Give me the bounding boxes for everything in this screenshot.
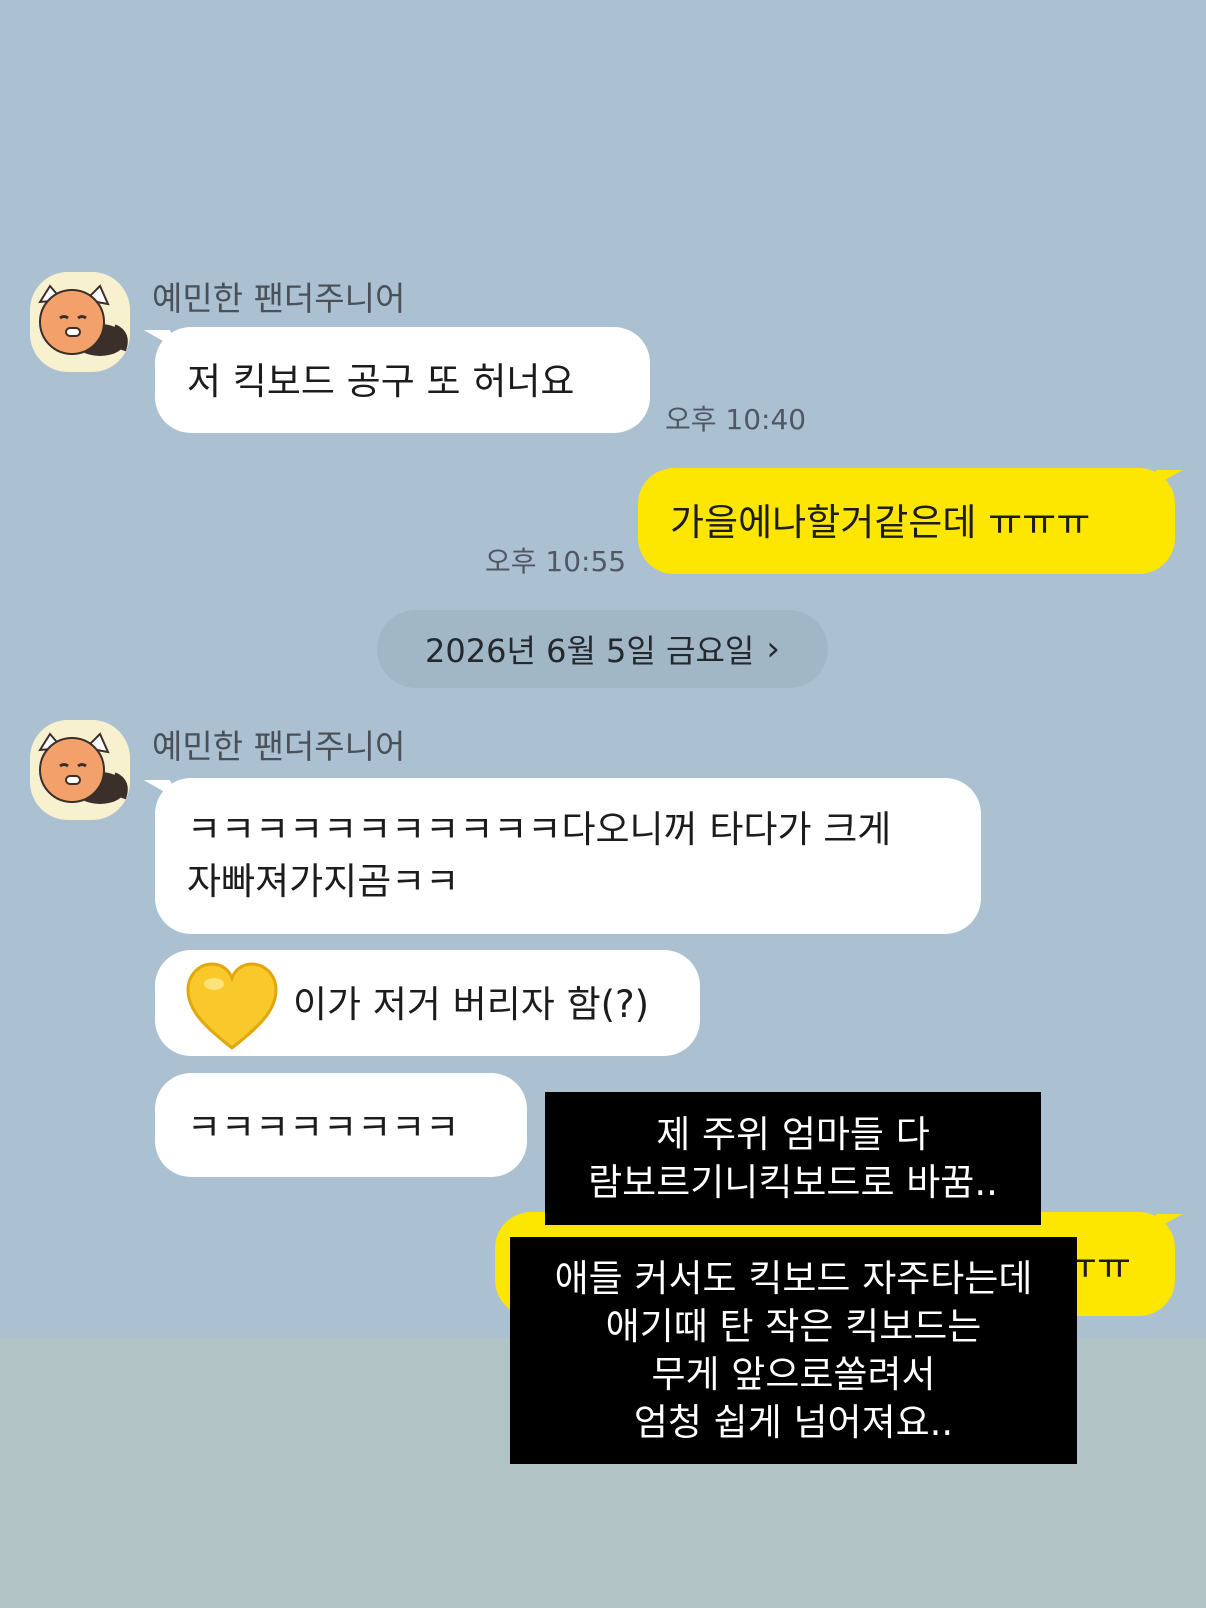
chevron-right-icon: › bbox=[766, 629, 780, 669]
caption-box: 애들 커서도 킥보드 자주타는데 애기때 탄 작은 킥보드는 무게 앞으로쏠려서… bbox=[510, 1237, 1077, 1464]
message-text: 이가 저거 버리자 함(?) bbox=[293, 983, 650, 1026]
caption-text: 제 주위 엄마들 다 람보르기니킥보드로 바꿈.. bbox=[588, 1112, 998, 1204]
date-divider[interactable]: 2026년 6월 5일 금요일 › bbox=[377, 610, 828, 688]
message-time: 오후 10:40 bbox=[665, 403, 807, 436]
date-text: 2026년 6월 5일 금요일 bbox=[425, 632, 755, 670]
sender-name: 예민한 팬더주니어 bbox=[152, 279, 406, 318]
incoming-message[interactable]: ㅋㅋㅋㅋㅋㅋㅋㅋㅋㅋㅋ다오니꺼 타다가 크게 자빠져가지곰ㅋㅋ bbox=[155, 778, 981, 934]
avatar[interactable] bbox=[30, 272, 130, 372]
red-panda-avatar-icon bbox=[38, 284, 128, 356]
avatar[interactable] bbox=[30, 720, 130, 820]
outgoing-message[interactable]: 가을에나할거같은데 ㅠㅠㅠ bbox=[638, 468, 1175, 574]
message-text: 가을에나할거같은데 ㅠㅠㅠ bbox=[670, 501, 1091, 544]
message-text-line: 자빠져가지곰ㅋㅋ bbox=[187, 860, 460, 903]
message-text: 저 킥보드 공구 또 허너요 bbox=[187, 360, 575, 403]
caption-box: 제 주위 엄마들 다 람보르기니킥보드로 바꿈.. bbox=[545, 1092, 1041, 1225]
incoming-message[interactable]: 저 킥보드 공구 또 허너요 bbox=[155, 327, 650, 433]
yellow-heart-icon bbox=[186, 962, 278, 1050]
incoming-message[interactable]: ㅋㅋㅋㅋㅋㅋㅋㅋ bbox=[155, 1073, 527, 1177]
message-text: ㅋㅋㅋㅋㅋㅋㅋㅋ bbox=[187, 1106, 460, 1149]
message-time: 오후 10:55 bbox=[485, 545, 627, 578]
caption-text: 애들 커서도 킥보드 자주타는데 애기때 탄 작은 킥보드는 무게 앞으로쏠려서… bbox=[554, 1256, 1033, 1444]
sender-name: 예민한 팬더주니어 bbox=[152, 727, 406, 766]
red-panda-avatar-icon bbox=[38, 732, 128, 804]
message-text-line: ㅋㅋㅋㅋㅋㅋㅋㅋㅋㅋㅋ다오니꺼 타다가 크게 bbox=[187, 808, 892, 851]
